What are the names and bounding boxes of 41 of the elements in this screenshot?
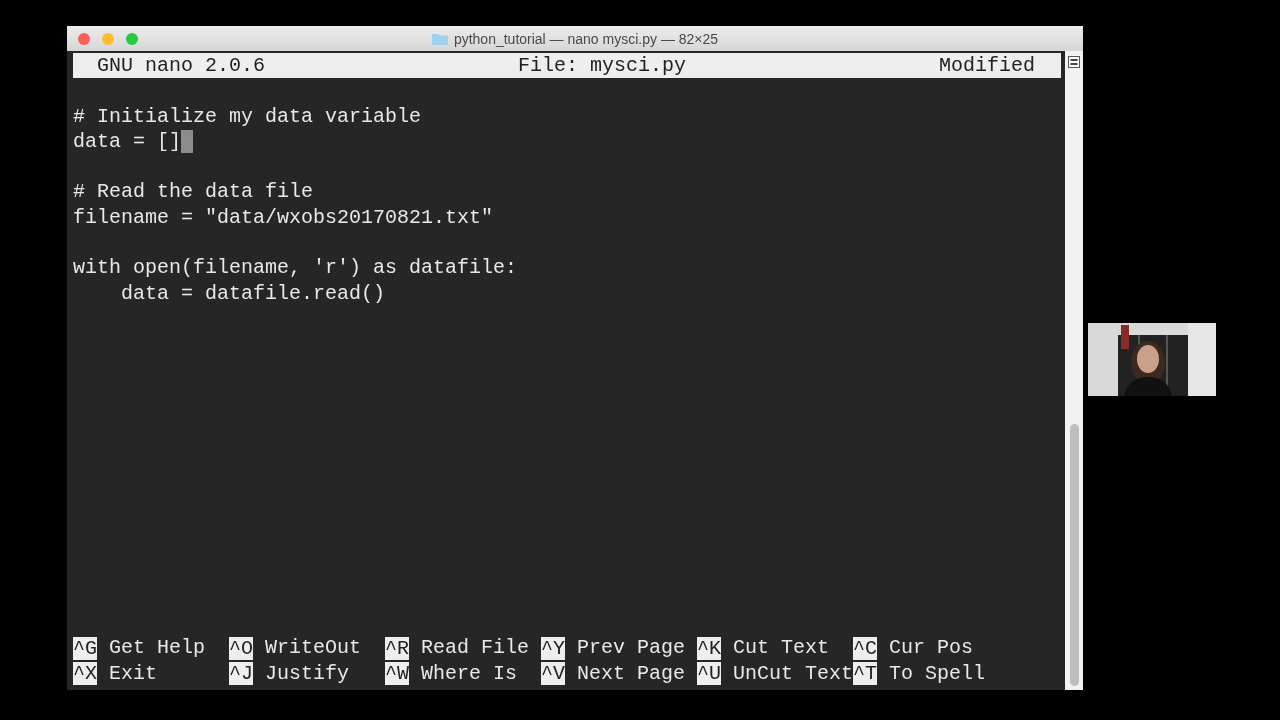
shortcut-key: ^O <box>229 636 253 660</box>
code-line: filename = "data/wxobs20170821.txt" <box>73 204 494 231</box>
close-button[interactable] <box>78 32 90 45</box>
shortcut-label: Get Help <box>108 635 206 661</box>
window-title: python_tutorial — nano mysci.py — 82×25 <box>453 30 719 47</box>
app-version: GNU nano 2.0.6 <box>97 53 266 79</box>
shortcut-key: ^V <box>541 661 565 685</box>
shortcut-label: Read File <box>420 635 530 661</box>
shortcut-key: ^X <box>73 661 97 685</box>
code-line: data = datafile.read() <box>120 280 386 306</box>
code-line: data = [] <box>73 128 182 155</box>
shortcut-label: WriteOut <box>264 635 362 661</box>
zoom-button[interactable] <box>126 32 138 45</box>
shortcut-label: Where Is <box>420 660 518 686</box>
shortcut-label: To Spell <box>888 660 986 686</box>
shortcut-label: Next Page <box>576 660 686 686</box>
shortcut-key: ^R <box>385 636 409 660</box>
shortcut-key: ^T <box>853 661 877 685</box>
file-name: File: mysci.py <box>518 53 686 79</box>
shortcut-key: ^J <box>229 661 253 685</box>
code-line: # Read the data file <box>73 179 314 205</box>
shortcut-label: Exit <box>108 660 158 686</box>
shortcut-key: ^G <box>73 636 97 660</box>
minimize-button[interactable] <box>102 32 114 45</box>
shortcut-key: ^K <box>697 636 721 660</box>
folder-icon <box>431 32 448 45</box>
shortcut-key: ^U <box>697 661 721 685</box>
shortcut-key: ^W <box>385 661 409 685</box>
shortcut-label: Cut Text <box>732 635 830 661</box>
shortcut-label: Prev Page <box>576 635 686 661</box>
scroll-thumb[interactable] <box>1069 424 1079 686</box>
shortcut-key: ^C <box>853 636 877 660</box>
modified-status: Modified <box>938 53 1035 79</box>
shortcut-label: UnCut Text <box>732 660 854 686</box>
menu-icon[interactable] <box>1068 56 1080 68</box>
code-line: # Initialize my data variable <box>73 103 422 129</box>
scroll-bar[interactable] <box>1065 51 1083 690</box>
shortcut-label: Justify <box>264 660 350 686</box>
code-line: with open(filename, 'r') as datafile: <box>73 255 518 281</box>
shortcut-label: Cur Pos <box>888 635 974 661</box>
shortcut-key: ^Y <box>541 636 565 660</box>
